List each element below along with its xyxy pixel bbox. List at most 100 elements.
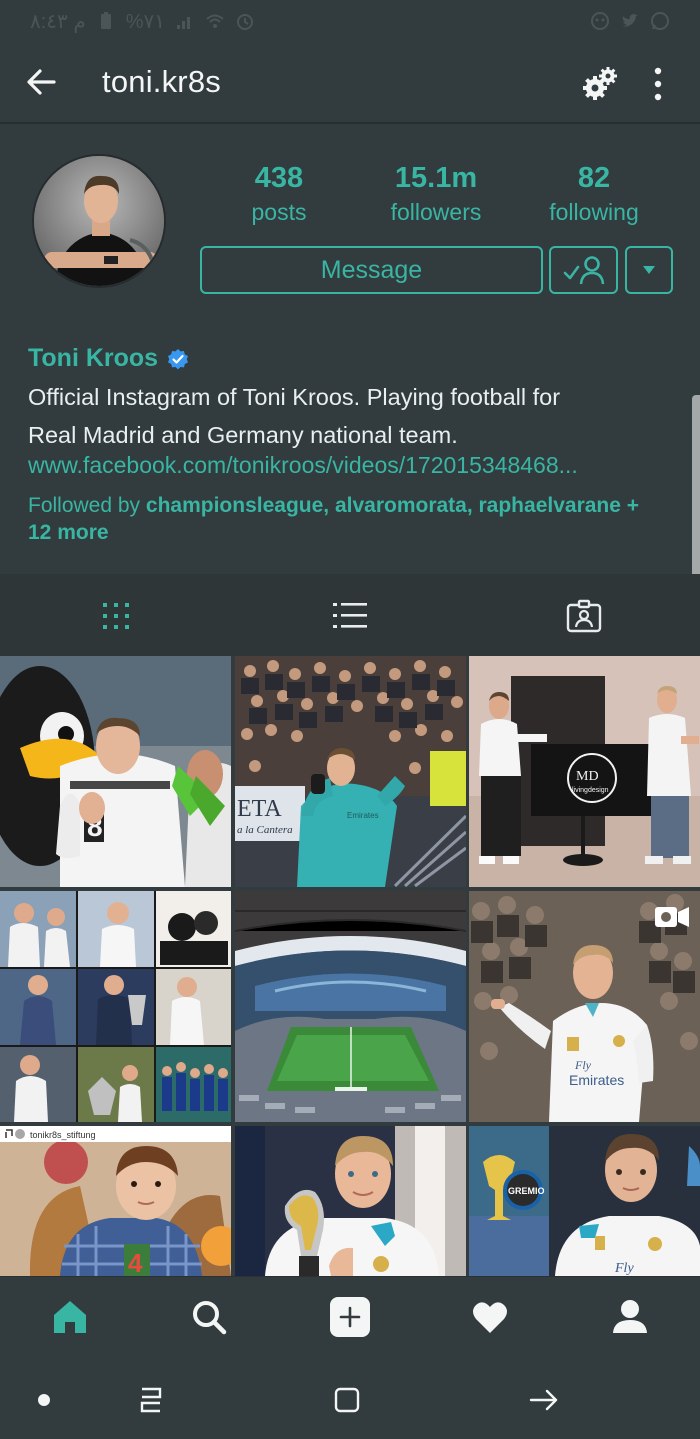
post-gremio-image: GREMIO Fly xyxy=(469,1126,700,1276)
followed-by-prefix: Followed by xyxy=(28,494,146,517)
profile-username: toni.kr8s xyxy=(102,64,221,99)
back-icon xyxy=(529,1389,558,1411)
profile-website-link[interactable]: www.facebook.com/tonikroos/videos/172015… xyxy=(28,452,668,479)
post-tile[interactable] xyxy=(235,1126,466,1276)
post-tile[interactable]: GREMIO Fly xyxy=(469,1126,700,1276)
emirates-text-tile6: Emirates xyxy=(569,1072,624,1088)
verified-badge-icon xyxy=(168,348,189,369)
stat-posts[interactable]: 438 posts xyxy=(236,162,322,226)
nav-home[interactable] xyxy=(48,1295,92,1339)
system-recent-apps[interactable] xyxy=(131,1380,171,1420)
followers-count: 15.1m xyxy=(394,162,478,194)
message-button[interactable]: Message xyxy=(200,246,543,294)
post-tile[interactable]: ETA a la Cantera Emirates xyxy=(235,656,466,887)
home-square-icon xyxy=(334,1387,360,1413)
dot-icon xyxy=(38,1394,50,1406)
search-icon xyxy=(193,1301,227,1335)
repost-caption: tonikr8s_stiftung xyxy=(30,1130,96,1140)
emirates-text-tile2: Emirates xyxy=(347,811,379,820)
status-left: م ٨:٤٣ %٧١ xyxy=(30,9,255,34)
signal-icon xyxy=(177,17,191,29)
fly-text-tile9: Fly xyxy=(614,1261,634,1276)
profile-header: toni.kr8s xyxy=(0,42,700,124)
post-tile[interactable] xyxy=(235,891,466,1122)
candle-number: 4 xyxy=(128,1248,143,1276)
stat-followers[interactable]: 15.1m followers xyxy=(382,162,490,226)
more-options-button[interactable] xyxy=(646,64,670,104)
eta-sign-text: ETA xyxy=(237,796,282,822)
alarm-icon xyxy=(237,14,254,30)
profile-icon xyxy=(613,1300,647,1333)
home-icon xyxy=(54,1301,86,1333)
post-germany-jersey-image: 8 xyxy=(0,656,231,887)
followed-by-names: championsleague, alvaromorata, raphaelva… xyxy=(145,494,621,517)
caret-down-icon xyxy=(643,266,655,274)
gremio-logo-text: GREMIO xyxy=(508,1186,545,1196)
avatar-photo xyxy=(34,156,164,286)
twitter-icon xyxy=(622,14,638,27)
list-icon xyxy=(333,603,367,628)
settings-gear-icon xyxy=(583,67,617,100)
fly-text-tile6: Fly xyxy=(574,1058,592,1072)
status-bar: م ٨:٤٣ %٧١ xyxy=(0,0,700,42)
grid-icon xyxy=(103,603,129,629)
profile-bio: Official Instagram of Toni Kroos. Playin… xyxy=(28,378,668,454)
following-label: following xyxy=(549,199,639,225)
back-button[interactable] xyxy=(22,62,62,102)
more-vert-icon xyxy=(654,67,662,101)
nav-search[interactable] xyxy=(187,1295,231,1339)
nav-new-post[interactable] xyxy=(328,1295,372,1339)
post-video-celebration-image: Fly Emirates xyxy=(469,891,700,1122)
post-training-stands-image: ETA a la Cantera Emirates xyxy=(235,656,466,887)
tab-tagged[interactable] xyxy=(562,594,606,638)
settings-button[interactable] xyxy=(580,64,620,104)
nav-profile[interactable] xyxy=(608,1295,652,1339)
tab-list[interactable] xyxy=(328,594,372,638)
following-count: 82 xyxy=(577,162,611,194)
user-check-icon xyxy=(563,256,604,285)
md-logo-text: MD xyxy=(576,769,599,784)
photo-grid: 8 ETA a la Cantera Emirates MD livingdes… xyxy=(0,656,700,1276)
profile-avatar[interactable] xyxy=(32,154,166,288)
eta-sign-subtext: a la Cantera xyxy=(237,824,293,836)
system-back[interactable] xyxy=(524,1380,564,1420)
status-right xyxy=(590,11,670,31)
bottom-navigation xyxy=(0,1276,700,1358)
bio-line-1: Official Instagram of Toni Kroos. Playin… xyxy=(28,384,561,410)
tab-grid[interactable] xyxy=(94,594,138,638)
activity-heart-icon xyxy=(473,1302,507,1333)
bio-line-2: Real Madrid and Germany national team. xyxy=(28,422,458,448)
post-child-repost-image: 4 tonikr8s_stiftung xyxy=(0,1126,231,1276)
post-collage-image xyxy=(0,891,231,1122)
suggestions-dropdown-button[interactable] xyxy=(625,246,673,294)
whatsapp-icon xyxy=(651,12,669,30)
back-arrow-icon xyxy=(27,69,56,95)
display-name-text: Toni Kroos xyxy=(28,344,159,372)
display-name: Toni Kroos xyxy=(28,344,190,373)
status-battery: %٧١ xyxy=(125,10,166,33)
app-notification-icon xyxy=(591,12,609,30)
system-home[interactable] xyxy=(327,1380,367,1420)
stat-following[interactable]: 82 following xyxy=(540,162,648,226)
posts-label: posts xyxy=(251,199,307,225)
system-hide-keys[interactable] xyxy=(24,1380,64,1420)
followed-by-text[interactable]: Followed by championsleague, alvaromorat… xyxy=(28,492,668,546)
post-stadium-image xyxy=(235,891,466,1122)
profile-view-tabs xyxy=(0,574,700,656)
status-time: م ٨:٤٣ xyxy=(30,10,86,33)
post-tile[interactable] xyxy=(0,891,231,1122)
wifi-icon xyxy=(206,14,224,28)
post-tile[interactable]: Fly Emirates xyxy=(469,891,700,1122)
post-tile[interactable]: 8 xyxy=(0,656,231,887)
nav-activity[interactable] xyxy=(468,1295,512,1339)
post-tile[interactable]: 4 tonikr8s_stiftung xyxy=(0,1126,231,1276)
post-trophy-image xyxy=(235,1126,466,1276)
post-tile[interactable]: MD livingdesign xyxy=(469,656,700,887)
new-post-icon xyxy=(330,1297,370,1337)
post-md-livingdesign-image: MD livingdesign xyxy=(469,656,700,887)
recent-apps-icon xyxy=(140,1387,162,1413)
following-status-button[interactable] xyxy=(549,246,618,294)
system-navigation-bar xyxy=(0,1358,700,1439)
posts-count: 438 xyxy=(254,162,304,194)
video-indicator-icon xyxy=(655,907,689,927)
